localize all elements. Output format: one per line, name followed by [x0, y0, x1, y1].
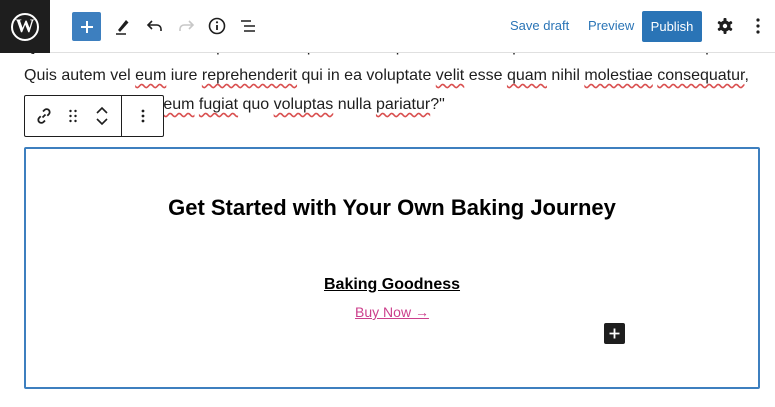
block-toolbar: [24, 95, 164, 137]
options-button[interactable]: [748, 14, 768, 38]
wordpress-logo-icon: W: [11, 12, 39, 41]
misspelled-word: reprehenderit: [201, 67, 298, 84]
list-view-button[interactable]: [236, 14, 260, 38]
text-run: Quis autem vel: [24, 67, 136, 84]
wordpress-logo-button[interactable]: W: [0, 0, 50, 53]
text-run: quo: [238, 96, 274, 113]
text-run: iure: [166, 67, 202, 84]
vertical-ellipsis-icon: [141, 109, 144, 123]
publish-button[interactable]: Publish: [642, 11, 702, 42]
clipped-line-text: Quis autem vel eum iure reprehenderit qu…: [24, 53, 744, 56]
undo-button[interactable]: [143, 14, 167, 38]
text-run: qui in ea voluptate: [297, 67, 436, 84]
chevron-up-icon[interactable]: [96, 106, 108, 114]
gear-icon: [717, 18, 733, 34]
redo-button[interactable]: [174, 14, 198, 38]
chevron-down-icon[interactable]: [96, 118, 108, 126]
text-run: ,: [744, 67, 749, 84]
text-run: nihil: [546, 67, 585, 84]
block-options-button[interactable]: [122, 96, 163, 136]
paragraph-clipped-line: Quis autem vel eum iure reprehenderit qu…: [24, 53, 744, 56]
save-draft-button[interactable]: Save draft: [510, 18, 569, 33]
group-block[interactable]: Get Started with Your Own Baking Journey…: [24, 147, 760, 389]
misspelled-word: fugiat: [198, 96, 239, 113]
details-button[interactable]: [205, 14, 229, 38]
pencil-icon: [116, 20, 129, 35]
site-title-link[interactable]: Baking Goodness: [26, 276, 758, 294]
settings-button[interactable]: [713, 14, 737, 38]
link-button[interactable]: [25, 96, 63, 136]
misspelled-word: pariatur: [375, 96, 431, 113]
text-run: ?": [430, 96, 445, 113]
plus-icon: [80, 20, 93, 33]
misspelled-word: velit: [435, 67, 465, 84]
undo-icon: [146, 20, 162, 31]
preview-button[interactable]: Preview: [588, 18, 634, 33]
info-icon: [208, 17, 226, 35]
misspelled-word: molestiae: [584, 67, 653, 84]
editor-header: W Save draft Preview Publish: [0, 0, 775, 53]
paragraph-line-1[interactable]: Quis autem vel eum iure reprehenderit qu…: [24, 67, 749, 85]
text-run: esse: [464, 67, 507, 84]
vertical-ellipsis-icon: [756, 18, 760, 34]
misspelled-word: eum: [135, 67, 167, 84]
move-controls: [83, 96, 121, 136]
misspelled-word: voluptas: [273, 96, 334, 113]
misspelled-word: consequatur: [657, 67, 745, 84]
block-inserter-button[interactable]: [604, 323, 625, 344]
add-block-button[interactable]: [72, 12, 101, 41]
tools-button[interactable]: [111, 14, 135, 38]
heading-block[interactable]: Get Started with Your Own Baking Journey: [26, 195, 758, 221]
list-view-icon: [241, 20, 255, 32]
misspelled-word: eum: [163, 96, 195, 113]
buy-now-link[interactable]: Buy Now →: [26, 304, 758, 320]
drag-handle[interactable]: [63, 96, 83, 136]
text-run: nulla: [333, 96, 376, 113]
link-icon: [37, 108, 51, 124]
misspelled-word: quam: [506, 67, 547, 84]
drag-handle-icon: [69, 109, 77, 123]
redo-icon: [179, 20, 195, 31]
plus-icon: [609, 328, 620, 339]
